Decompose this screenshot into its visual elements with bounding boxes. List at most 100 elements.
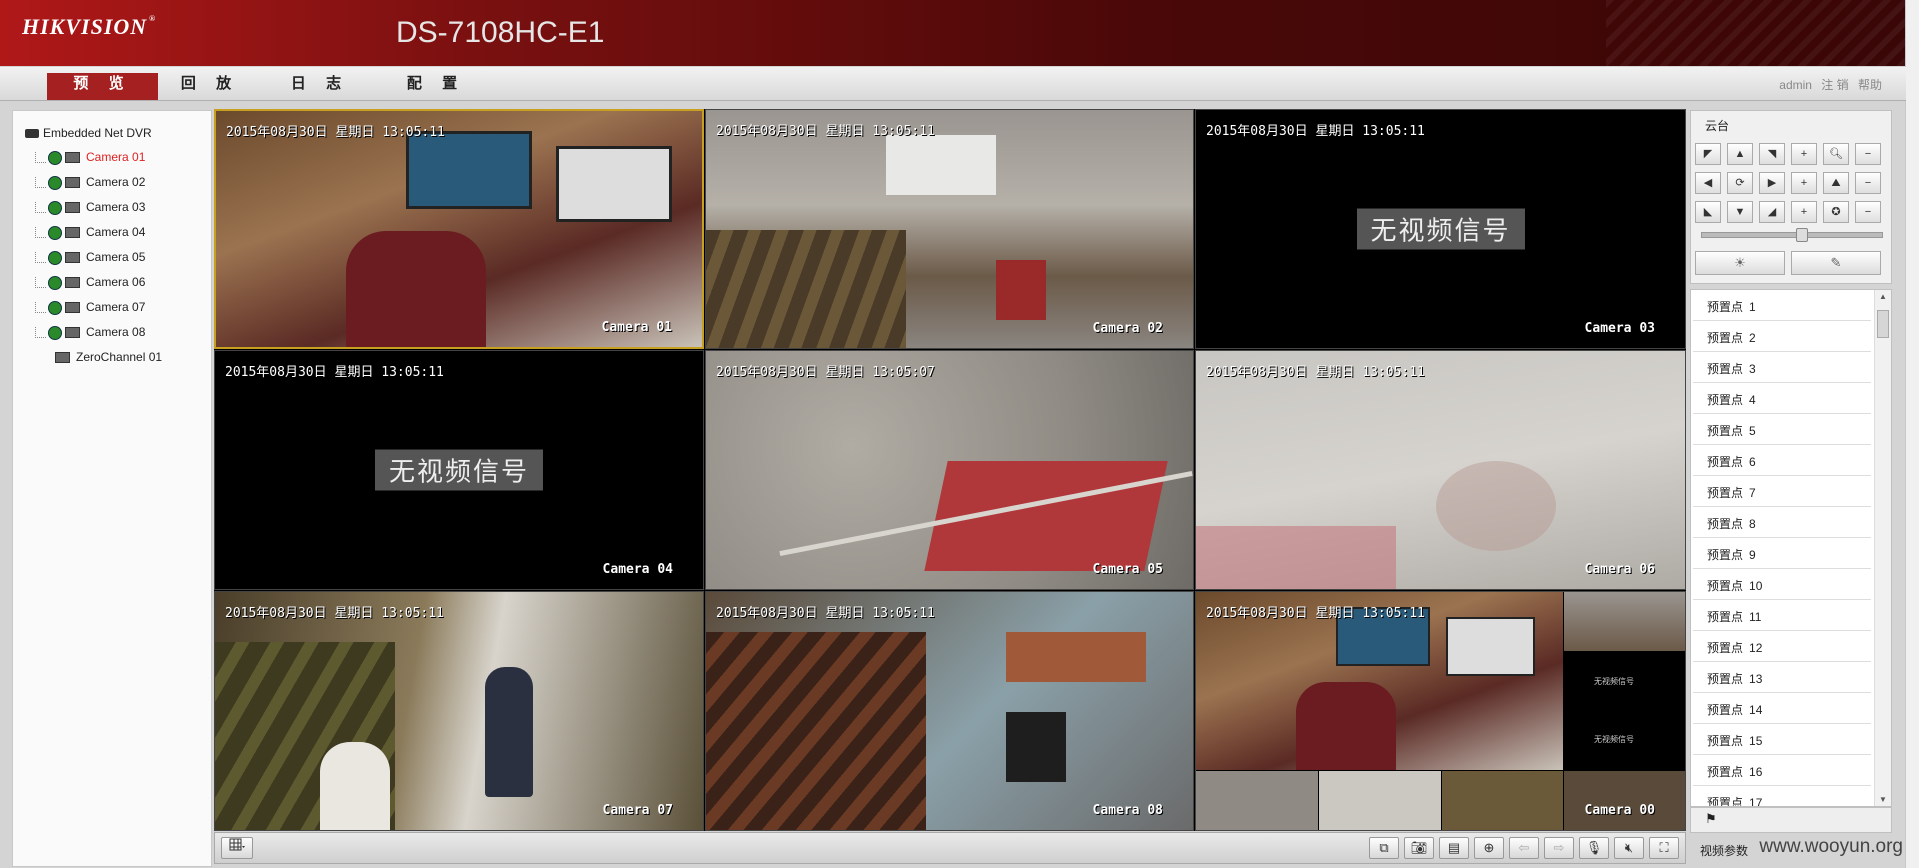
video-tile-camera-01[interactable]: 2015年08月30日 星期日 13:05:11 Camera 01 (214, 109, 704, 349)
preset-item[interactable]: 预置点 14 (1693, 693, 1871, 724)
ptz-left-button[interactable]: ◀ (1695, 172, 1721, 194)
video-camera-label: Camera 00 (1584, 803, 1655, 818)
video-tile-camera-02[interactable]: 2015年08月30日 星期日 13:05:11 Camera 02 (705, 109, 1194, 349)
video-tile-camera-05[interactable]: 2015年08月30日 星期日 13:05:07 Camera 05 (705, 350, 1194, 590)
video-tile-camera-04[interactable]: 2015年08月30日 星期日 13:05:11 无视频信号 Camera 04 (214, 350, 704, 590)
stop-all-button[interactable]: ⧉ (1369, 837, 1399, 859)
tree-item-camera-02[interactable]: Camera 02 (35, 174, 145, 190)
preset-item[interactable]: 预置点 5 (1693, 414, 1871, 445)
slider-knob[interactable] (1796, 228, 1808, 242)
preset-item[interactable]: 预置点 16 (1693, 755, 1871, 786)
talk-button[interactable]: 🎙︎ (1579, 837, 1609, 859)
record-icon[interactable] (48, 250, 62, 265)
preset-item[interactable]: 预置点 7 (1693, 476, 1871, 507)
tab-config[interactable]: 配 置 (396, 73, 476, 100)
arrow-up-left-icon: ◤ (1703, 148, 1713, 160)
iris-label-button[interactable]: ✪ (1823, 201, 1849, 223)
audio-button[interactable]: 🔇︎ (1614, 837, 1644, 859)
capture-button[interactable]: 📷︎ (1404, 837, 1434, 859)
focus-near-button[interactable]: + (1791, 172, 1817, 194)
tree-connector (35, 302, 46, 314)
zoom-in-button[interactable]: + (1791, 143, 1817, 165)
video-content-person (346, 231, 486, 347)
video-tile-camera-07[interactable]: 2015年08月30日 星期日 13:05:11 Camera 07 (214, 591, 704, 831)
record-icon[interactable] (48, 175, 62, 190)
preset-item[interactable]: 预置点 1 (1693, 290, 1871, 321)
scroll-up-icon[interactable]: ▲ (1879, 292, 1887, 301)
tree-item-zerochannel-01[interactable]: ZeroChannel 01 (55, 349, 162, 365)
video-timestamp: 2015年08月30日 星期日 13:05:11 (225, 606, 444, 621)
preset-item[interactable]: 预置点 13 (1693, 662, 1871, 693)
preset-item[interactable]: 预置点 6 (1693, 445, 1871, 476)
preset-item[interactable]: 预置点 3 (1693, 352, 1871, 383)
layout-grid-button[interactable] (221, 837, 253, 859)
record-icon[interactable] (48, 325, 62, 340)
next-page-button[interactable]: ⇨ (1544, 837, 1574, 859)
tree-root-dvr[interactable]: Embedded Net DVR (25, 125, 152, 141)
ptz-auto-button[interactable]: ⟳ (1727, 172, 1753, 194)
tab-playback[interactable]: 回 放 (175, 73, 245, 100)
wiper-button[interactable]: ✎ (1791, 251, 1881, 275)
fullscreen-button[interactable]: ⛶ (1649, 837, 1679, 859)
ptz-down-left-button[interactable]: ◣ (1695, 201, 1721, 223)
ptz-speed-slider[interactable] (1701, 228, 1883, 242)
tree-item-camera-08[interactable]: Camera 08 (35, 324, 145, 340)
record-icon[interactable] (48, 225, 62, 240)
user-name: admin (1779, 78, 1812, 92)
tree-item-camera-01[interactable]: Camera 01 (35, 149, 145, 165)
iris-open-button[interactable]: + (1791, 201, 1817, 223)
record-icon[interactable] (48, 275, 62, 290)
video-tile-camera-08[interactable]: 2015年08月30日 星期日 13:05:11 Camera 08 (705, 591, 1194, 831)
preset-item[interactable]: 预置点 2 (1693, 321, 1871, 352)
video-content-person (320, 742, 390, 830)
prev-page-button[interactable]: ⇦ (1509, 837, 1539, 859)
preset-item[interactable]: 预置点 15 (1693, 724, 1871, 755)
preset-item[interactable]: 预置点 4 (1693, 383, 1871, 414)
tree-item-camera-04[interactable]: Camera 04 (35, 224, 145, 240)
ptz-down-right-button[interactable]: ◢ (1759, 201, 1785, 223)
tree-item-camera-06[interactable]: Camera 06 (35, 274, 145, 290)
video-tile-camera-06[interactable]: 2015年08月30日 星期日 13:05:11 Camera 06 (1195, 350, 1686, 590)
ptz-down-button[interactable]: ▼ (1727, 201, 1753, 223)
tree-item-camera-07[interactable]: Camera 07 (35, 299, 145, 315)
record-icon[interactable] (48, 150, 62, 165)
preset-item[interactable]: 预置点 10 (1693, 569, 1871, 600)
zero-thumb-camera-04: 无视频信号 (1564, 712, 1685, 770)
preset-item[interactable]: 预置点 11 (1693, 600, 1871, 631)
preset-scrollbar[interactable]: ▲ ▼ (1874, 290, 1891, 806)
arrow-down-left-icon: ◣ (1703, 206, 1713, 218)
zoom-out-button[interactable]: − (1855, 143, 1881, 165)
preset-item[interactable]: 预置点 8 (1693, 507, 1871, 538)
record-icon[interactable] (48, 300, 62, 315)
scroll-down-icon[interactable]: ▼ (1879, 795, 1887, 804)
focus-far-button[interactable]: − (1855, 172, 1881, 194)
focus-label-button[interactable]: ⛰︎ (1823, 172, 1849, 194)
record-button[interactable]: ▤ (1439, 837, 1469, 859)
tab-log[interactable]: 日 志 (285, 73, 355, 100)
logout-link[interactable]: 注 销 (1821, 78, 1848, 92)
zoom-label-button[interactable]: 🔍︎ (1823, 143, 1849, 165)
tree-item-camera-03[interactable]: Camera 03 (35, 199, 145, 215)
zoom-button[interactable]: ⊕ (1474, 837, 1504, 859)
video-params-label[interactable]: 视频参数 (1700, 842, 1748, 859)
video-tile-zerochannel[interactable]: 无视频信号 无视频信号 2015年08月30日 星期日 13:05:11 Cam… (1195, 591, 1686, 831)
ptz-up-left-button[interactable]: ◤ (1695, 143, 1721, 165)
preset-item[interactable]: 预置点 17 (1693, 786, 1871, 806)
video-tile-camera-03[interactable]: 2015年08月30日 星期日 13:05:11 无视频信号 Camera 03 (1195, 109, 1686, 349)
tab-preview[interactable]: 预 览 (47, 73, 158, 100)
scroll-thumb[interactable] (1877, 310, 1889, 338)
ptz-up-right-button[interactable]: ◥ (1759, 143, 1785, 165)
record-icon[interactable] (48, 200, 62, 215)
page-scrollbar[interactable] (1905, 0, 1919, 868)
video-content-window (886, 135, 996, 195)
preset-item[interactable]: 预置点 12 (1693, 631, 1871, 662)
preset-call-icon[interactable]: ⚑ (1705, 811, 1717, 827)
tree-connector (35, 177, 46, 189)
light-button[interactable]: ☀ (1695, 251, 1785, 275)
help-link[interactable]: 帮助 (1858, 78, 1882, 92)
ptz-right-button[interactable]: ▶ (1759, 172, 1785, 194)
iris-close-button[interactable]: − (1855, 201, 1881, 223)
preset-item[interactable]: 预置点 9 (1693, 538, 1871, 569)
ptz-up-button[interactable]: ▲ (1727, 143, 1753, 165)
tree-item-camera-05[interactable]: Camera 05 (35, 249, 145, 265)
